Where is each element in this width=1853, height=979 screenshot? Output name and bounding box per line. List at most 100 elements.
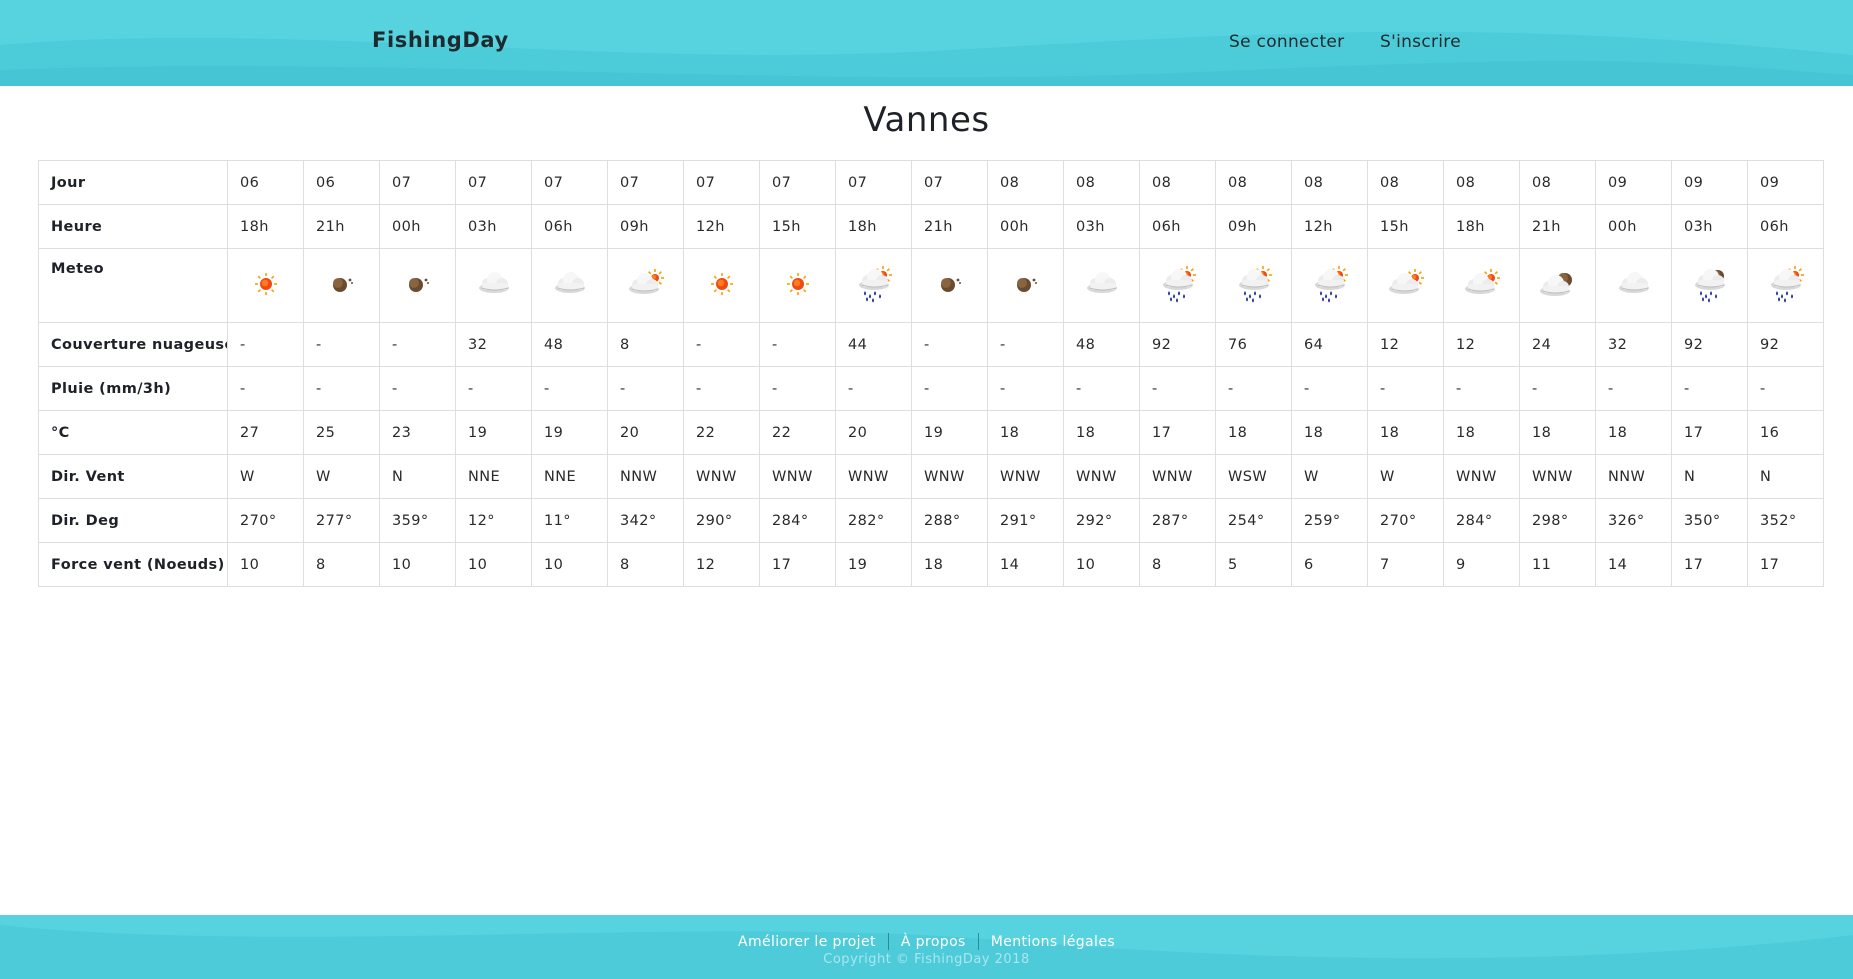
table-cell: 09 bbox=[1671, 160, 1748, 205]
table-cell: - bbox=[1671, 366, 1748, 411]
rain-sun-icon bbox=[1234, 264, 1274, 304]
cloud-icon bbox=[1614, 264, 1654, 304]
weather-cell bbox=[1215, 248, 1292, 323]
row-label: Meteo bbox=[38, 248, 228, 323]
table-cell: 16 bbox=[1747, 410, 1824, 455]
weather-cell bbox=[683, 248, 760, 323]
table-cell: 292° bbox=[1063, 498, 1140, 543]
signup-link[interactable]: S'inscrire bbox=[1380, 32, 1461, 52]
table-cell: 21h bbox=[911, 204, 988, 249]
site-header: FishingDay Se connecter S'inscrire bbox=[0, 0, 1853, 86]
weather-cell bbox=[1671, 248, 1748, 323]
table-cell: - bbox=[683, 366, 760, 411]
table-cell: 25 bbox=[303, 410, 380, 455]
footer-separator bbox=[977, 933, 979, 950]
table-cell: 5 bbox=[1215, 542, 1292, 587]
table-cell: 07 bbox=[683, 160, 760, 205]
rain-sun-icon bbox=[1310, 264, 1350, 304]
table-cell: 11° bbox=[531, 498, 608, 543]
table-cell: - bbox=[1595, 366, 1672, 411]
table-cell: 09 bbox=[1595, 160, 1672, 205]
table-cell: - bbox=[987, 322, 1064, 367]
weather-cell bbox=[1063, 248, 1140, 323]
table-cell: 22 bbox=[683, 410, 760, 455]
table-cell: 12 bbox=[1367, 322, 1444, 367]
row-temperature: °C 27 25 23 19 19 20 22 22 20 19 18 18 17 18 18 18 18 18 18… bbox=[38, 410, 1824, 455]
table-cell: 298° bbox=[1519, 498, 1596, 543]
table-cell: - bbox=[987, 366, 1064, 411]
login-link[interactable]: Se connecter bbox=[1229, 32, 1344, 52]
table-cell: 8 bbox=[1139, 542, 1216, 587]
table-cell: 09 bbox=[1747, 160, 1824, 205]
table-cell: 22 bbox=[759, 410, 836, 455]
table-cell: 08 bbox=[1291, 160, 1368, 205]
table-cell: - bbox=[1139, 366, 1216, 411]
footer-link-improve[interactable]: Améliorer le projet bbox=[726, 934, 888, 950]
table-cell: 17 bbox=[1747, 542, 1824, 587]
table-cell: 07 bbox=[531, 160, 608, 205]
footer-link-legal[interactable]: Mentions légales bbox=[979, 934, 1127, 950]
table-cell: 07 bbox=[835, 160, 912, 205]
table-cell: 12h bbox=[1291, 204, 1368, 249]
table-cell: 6 bbox=[1291, 542, 1368, 587]
cloud-moon-icon bbox=[1538, 264, 1578, 304]
table-cell: N bbox=[1671, 454, 1748, 499]
table-cell: 17 bbox=[759, 542, 836, 587]
table-cell: - bbox=[303, 322, 380, 367]
table-cell: 290° bbox=[683, 498, 760, 543]
table-cell: 18 bbox=[1367, 410, 1444, 455]
cloud-sun-icon bbox=[1462, 264, 1502, 304]
table-cell: 8 bbox=[607, 542, 684, 587]
table-cell: 03h bbox=[1063, 204, 1140, 249]
rain-sun-icon bbox=[1158, 264, 1198, 304]
weather-cell bbox=[227, 248, 304, 323]
table-cell: 08 bbox=[1519, 160, 1596, 205]
table-cell: 09h bbox=[607, 204, 684, 249]
table-cell: 27 bbox=[227, 410, 304, 455]
table-cell: 18h bbox=[227, 204, 304, 249]
sun-icon bbox=[778, 264, 818, 304]
table-cell: 254° bbox=[1215, 498, 1292, 543]
moon-icon bbox=[1006, 264, 1046, 304]
site-footer: Améliorer le projet À propos Mentions léga… bbox=[0, 915, 1853, 979]
table-cell: 359° bbox=[379, 498, 456, 543]
table-cell: 08 bbox=[1063, 160, 1140, 205]
table-cell: 09h bbox=[1215, 204, 1292, 249]
table-cell: 282° bbox=[835, 498, 912, 543]
table-cell: 07 bbox=[455, 160, 532, 205]
table-cell: 07 bbox=[759, 160, 836, 205]
table-cell: 12 bbox=[683, 542, 760, 587]
weather-cell bbox=[1747, 248, 1824, 323]
table-cell: WNW bbox=[911, 454, 988, 499]
table-cell: - bbox=[1443, 366, 1520, 411]
weather-cell bbox=[1291, 248, 1368, 323]
table-cell: 18 bbox=[1215, 410, 1292, 455]
table-cell: 07 bbox=[379, 160, 456, 205]
table-cell: 06h bbox=[531, 204, 608, 249]
weather-cell bbox=[1519, 248, 1596, 323]
row-label: Pluie (mm/3h) bbox=[38, 366, 228, 411]
table-cell: - bbox=[531, 366, 608, 411]
row-wind-direction: Dir. Vent W W N NNE NNE NNW WNW WNW WNW WNW WNW WNW W… bbox=[38, 454, 1824, 499]
table-cell: WNW bbox=[1443, 454, 1520, 499]
table-cell: - bbox=[835, 366, 912, 411]
table-cell: 291° bbox=[987, 498, 1064, 543]
table-cell: - bbox=[379, 322, 456, 367]
table-cell: 10 bbox=[1063, 542, 1140, 587]
page-title: Vannes bbox=[863, 100, 990, 140]
row-label: Force vent (Noeuds) bbox=[38, 542, 228, 587]
rain-sun-icon bbox=[854, 264, 894, 304]
table-cell: 00h bbox=[987, 204, 1064, 249]
table-cell: 18 bbox=[1519, 410, 1596, 455]
table-cell: 08 bbox=[1443, 160, 1520, 205]
table-cell: 20 bbox=[607, 410, 684, 455]
table-cell: - bbox=[759, 366, 836, 411]
table-cell: NNE bbox=[531, 454, 608, 499]
table-cell: 12° bbox=[455, 498, 532, 543]
cloud-icon bbox=[1082, 264, 1122, 304]
table-cell: 03h bbox=[455, 204, 532, 249]
footer-link-about[interactable]: À propos bbox=[889, 934, 978, 950]
table-cell: - bbox=[1747, 366, 1824, 411]
table-cell: 12h bbox=[683, 204, 760, 249]
brand-logo[interactable]: FishingDay bbox=[372, 28, 509, 52]
